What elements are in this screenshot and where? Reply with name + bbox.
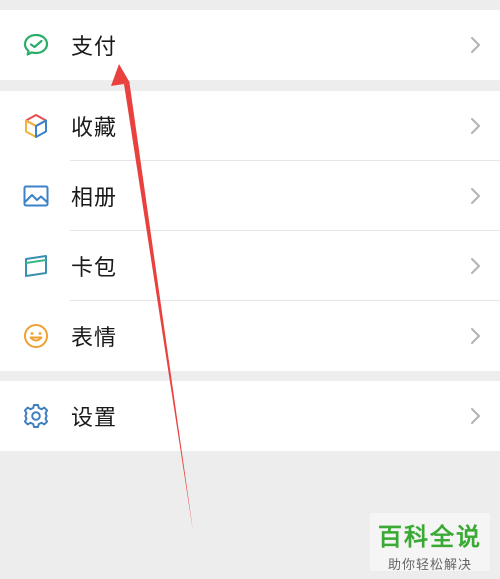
menu-item-label: 支付: [71, 34, 118, 59]
menu-item-favorites[interactable]: 收藏: [0, 91, 500, 161]
watermark-title: 百科全说: [378, 523, 482, 551]
chevron-right-icon: [468, 326, 482, 346]
menu-group-main: 收藏 相册 卡包 表情: [0, 91, 500, 371]
settings-gear-icon: [22, 402, 50, 430]
card-wallet-icon: [22, 252, 50, 280]
watermark-subtitle: 助你轻松解决: [387, 558, 472, 573]
menu-group-settings: 设置: [0, 381, 500, 451]
menu-item-label: 表情: [71, 325, 118, 350]
menu-group-pay: 支付: [0, 10, 500, 80]
menu-item-label: 卡包: [71, 255, 118, 280]
chevron-right-icon: [468, 186, 482, 206]
menu-item-label: 设置: [71, 405, 118, 430]
menu-item-cards[interactable]: 卡包: [0, 231, 500, 301]
menu-item-stickers[interactable]: 表情: [0, 301, 500, 371]
favorites-cube-icon: [22, 112, 50, 140]
chevron-right-icon: [468, 35, 482, 55]
menu-item-label: 相册: [71, 185, 118, 210]
wechat-pay-icon: [22, 31, 50, 59]
chevron-right-icon: [468, 406, 482, 426]
sticker-smile-icon: [22, 322, 50, 350]
menu-item-pay[interactable]: 支付: [0, 10, 500, 80]
me-menu-screen: 支付 收藏 相册 卡包 表情 设置 百科全说 助你轻松解决: [0, 0, 500, 579]
album-picture-icon: [22, 182, 50, 210]
menu-item-album[interactable]: 相册: [0, 161, 500, 231]
menu-item-settings[interactable]: 设置: [0, 381, 500, 451]
watermark-logo: 百科全说 助你轻松解决: [370, 513, 490, 573]
menu-item-label: 收藏: [71, 115, 118, 140]
chevron-right-icon: [468, 256, 482, 276]
chevron-right-icon: [468, 116, 482, 136]
